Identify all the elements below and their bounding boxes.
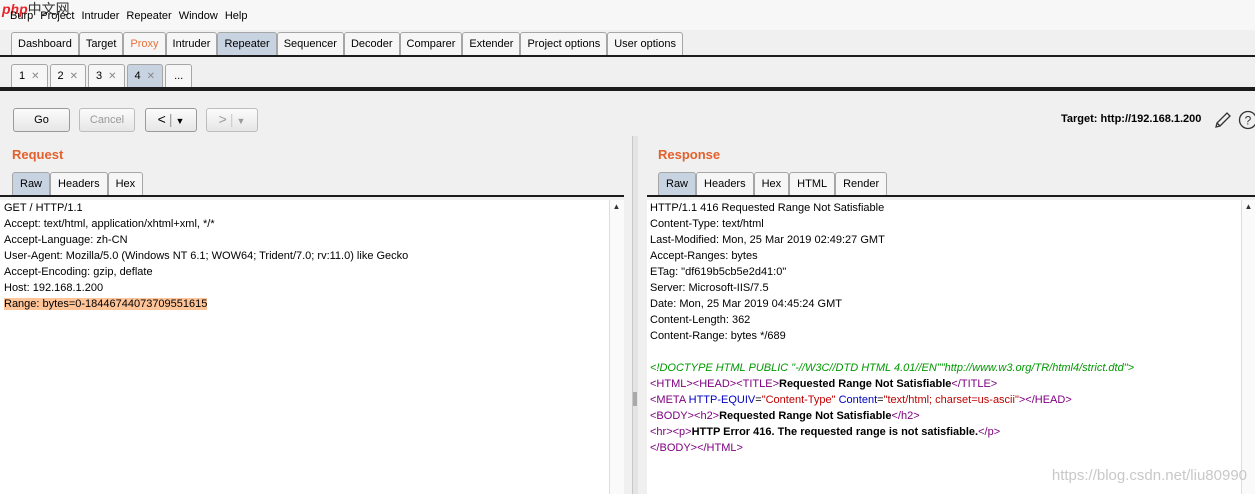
response-p-line: <hr><p>HTTP Error 416. The requested ran… [650, 426, 1001, 438]
request-line-range-highlighted: Range: bytes=0-18446744073709551615 [4, 298, 208, 310]
request-tab-hex[interactable]: Hex [107, 172, 144, 196]
request-view-tabs: Raw Headers Hex [12, 172, 144, 196]
chevron-left-icon: < [157, 111, 166, 127]
response-line: Accept-Ranges: bytes [650, 250, 758, 262]
scroll-up-arrow-icon[interactable]: ▲ [1242, 200, 1255, 214]
edit-pencil-icon[interactable] [1213, 110, 1233, 130]
menu-intruder[interactable]: Intruder [82, 10, 120, 22]
tab-sequencer[interactable]: Sequencer [276, 32, 344, 55]
response-tabs-rule [647, 195, 1255, 197]
response-line: HTTP/1.1 416 Requested Range Not Satisfi… [650, 202, 885, 214]
dropdown-arrow-icon: ▼ [236, 116, 246, 126]
back-button[interactable]: < | ▼ [145, 108, 197, 132]
request-line: Host: 192.168.1.200 [4, 282, 104, 294]
request-line: Accept-Encoding: gzip, deflate [4, 266, 153, 278]
tab-extender[interactable]: Extender [462, 32, 521, 55]
go-button[interactable]: Go [13, 108, 70, 132]
response-close-line: </BODY></HTML> [650, 442, 743, 454]
response-line: Content-Length: 362 [650, 314, 751, 326]
response-editor[interactable]: HTTP/1.1 416 Requested Range Not Satisfi… [647, 200, 1255, 494]
menu-burp[interactable]: Burp [10, 10, 33, 22]
response-tab-render[interactable]: Render [835, 172, 888, 196]
response-tab-headers[interactable]: Headers [696, 172, 754, 196]
target-label: Target: http://192.168.1.200 [1061, 113, 1202, 125]
response-doctype-line: <!DOCTYPE HTML PUBLIC "-//W3C//DTD HTML … [650, 362, 1135, 374]
repeater-tab-new[interactable]: ... [165, 64, 193, 87]
tab-target[interactable]: Target [78, 32, 124, 55]
csdn-watermark: https://blog.csdn.net/liu80990 [1051, 467, 1247, 484]
help-icon[interactable]: ? [1238, 110, 1255, 130]
cancel-button[interactable]: Cancel [79, 108, 135, 132]
request-tab-raw[interactable]: Raw [12, 172, 51, 196]
repeater-tab-4[interactable]: 4 ✕ [126, 64, 164, 87]
forward-button[interactable]: > | ▼ [206, 108, 258, 132]
response-view-tabs: Raw Headers Hex HTML Render [658, 172, 888, 196]
tab-user-options[interactable]: User options [607, 32, 683, 55]
menu-repeater[interactable]: Repeater [126, 10, 171, 22]
repeater-tab-1[interactable]: 1 ✕ [11, 64, 48, 87]
response-line: Date: Mon, 25 Mar 2019 04:45:24 GMT [650, 298, 842, 310]
request-tabs-rule [0, 195, 624, 197]
response-title: Response [658, 147, 721, 162]
main-tabs: Dashboard Target Proxy Intruder Repeater… [11, 32, 683, 55]
repeater-tabs-rule [0, 87, 1255, 91]
menu-window[interactable]: Window [179, 10, 218, 22]
close-icon[interactable]: ✕ [108, 71, 116, 82]
menu-project[interactable]: Project [40, 10, 74, 22]
request-line: GET / HTTP/1.1 [4, 202, 83, 214]
splitter-grip-icon [633, 392, 637, 406]
response-line: Last-Modified: Mon, 25 Mar 2019 02:49:27… [650, 234, 885, 246]
response-line: Server: Microsoft-IIS/7.5 [650, 282, 769, 294]
repeater-tab-2[interactable]: 2 ✕ [49, 64, 87, 87]
response-meta-line: <META HTTP-EQUIV="Content-Type" Content=… [650, 394, 1072, 406]
close-icon[interactable]: ✕ [31, 71, 39, 82]
repeater-tab-3[interactable]: 3 ✕ [88, 64, 125, 87]
request-line: Accept-Language: zh-CN [4, 234, 128, 246]
scroll-up-arrow-icon[interactable]: ▲ [610, 200, 623, 214]
response-tab-html[interactable]: HTML [789, 172, 836, 196]
response-line: Content-Type: text/html [650, 218, 764, 230]
tab-repeater[interactable]: Repeater [217, 32, 277, 55]
response-line: ETag: "df619b5cb5e2d41:0" [650, 266, 787, 278]
request-editor[interactable]: GET / HTTP/1.1 Accept: text/html, applic… [0, 200, 609, 494]
response-tab-hex[interactable]: Hex [753, 172, 790, 196]
svg-text:?: ? [1245, 114, 1252, 128]
panel-splitter[interactable] [632, 136, 638, 494]
request-scrollbar[interactable]: ▲ [609, 200, 624, 494]
response-blank-line [650, 344, 1255, 360]
chevron-right-icon: > [218, 111, 227, 127]
dropdown-arrow-icon: ▼ [175, 116, 185, 126]
request-line: Accept: text/html, application/xhtml+xml… [4, 218, 215, 230]
tab-comparer[interactable]: Comparer [399, 32, 463, 55]
repeater-tabs: 1 ✕ 2 ✕ 3 ✕ 4 ✕ ... [11, 64, 194, 87]
tab-dashboard[interactable]: Dashboard [11, 32, 79, 55]
menu-help[interactable]: Help [225, 10, 248, 22]
tab-decoder[interactable]: Decoder [343, 32, 400, 55]
request-line: User-Agent: Mozilla/5.0 (Windows NT 6.1;… [4, 250, 409, 262]
menu-items: Burp Project Intruder Repeater Window He… [10, 10, 254, 22]
request-tab-headers[interactable]: Headers [50, 172, 108, 196]
response-line: Content-Range: bytes */689 [650, 330, 786, 342]
response-html-title-line: <HTML><HEAD><TITLE>Requested Range Not S… [650, 378, 998, 390]
response-scrollbar[interactable]: ▲ [1241, 200, 1255, 494]
tab-intruder[interactable]: Intruder [165, 32, 218, 55]
close-icon[interactable]: ✕ [70, 71, 78, 82]
request-title: Request [12, 147, 64, 162]
tab-proxy[interactable]: Proxy [123, 32, 166, 55]
response-h2-line: <BODY><h2>Requested Range Not Satisfiabl… [650, 410, 920, 422]
menu-bar: php中文网 Burp Project Intruder Repeater Wi… [0, 0, 1255, 30]
tab-project-options[interactable]: Project options [520, 32, 608, 55]
response-tab-raw[interactable]: Raw [658, 172, 697, 196]
close-icon[interactable]: ✕ [147, 71, 155, 82]
main-tabs-rule [0, 55, 1255, 57]
